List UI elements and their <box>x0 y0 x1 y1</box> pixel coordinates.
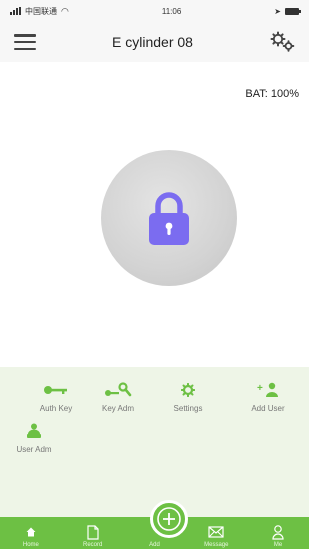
page-title: E cylinder 08 <box>112 34 193 50</box>
status-time: 11:06 <box>161 6 182 16</box>
user-admin-button[interactable]: User Adm <box>0 423 69 454</box>
menu-icon[interactable] <box>14 34 36 50</box>
tab-message[interactable]: Message <box>185 517 247 549</box>
lock-icon <box>149 192 189 245</box>
document-icon <box>87 524 99 540</box>
status-bar: 中国联通 ◠ 11:06 ➤ <box>0 0 309 22</box>
action-label: Settings <box>173 404 203 413</box>
svg-text:+: + <box>257 383 263 394</box>
add-user-button[interactable]: + Add User <box>233 382 303 413</box>
plus-circle-icon <box>157 507 181 531</box>
action-label: Add User <box>251 404 285 413</box>
actions-panel: Auth Key Key Adm Settings + Add User Use… <box>0 367 309 517</box>
tab-record[interactable]: Record <box>62 517 124 549</box>
tab-label: Record <box>83 542 103 548</box>
key-icon <box>43 382 69 398</box>
add-button[interactable] <box>150 500 188 538</box>
gear-settings-icon[interactable] <box>269 31 295 53</box>
action-label: User Adm <box>16 445 52 454</box>
tab-label: Me <box>273 542 283 548</box>
unlock-button[interactable] <box>101 150 237 286</box>
auth-key-button[interactable]: Auth Key <box>21 382 91 413</box>
status-right: ➤ <box>274 6 301 16</box>
gear-icon <box>181 382 195 398</box>
tab-label: Home <box>22 542 39 548</box>
wifi-icon: ◠ <box>61 5 69 16</box>
envelope-icon <box>208 524 224 540</box>
tab-label: Add <box>149 542 160 548</box>
settings-button[interactable]: Settings <box>153 382 223 413</box>
key-admin-icon <box>104 382 132 398</box>
carrier-label: 中国联通 <box>25 6 57 16</box>
nav-bar: E cylinder 08 <box>0 22 309 62</box>
location-icon: ➤ <box>274 6 281 16</box>
add-user-icon: + <box>257 382 279 398</box>
action-label: Auth Key <box>39 404 73 413</box>
users-icon <box>24 423 44 439</box>
action-label: Key Adm <box>101 404 134 413</box>
status-left: 中国联通 ◠ <box>10 6 69 17</box>
home-icon <box>26 524 36 540</box>
tab-home[interactable]: Home <box>0 517 62 549</box>
battery-status: BAT: 100% <box>245 88 299 100</box>
key-admin-button[interactable]: Key Adm <box>83 382 153 413</box>
person-icon <box>272 524 284 540</box>
signal-icon <box>10 7 21 15</box>
tab-label: Message <box>204 542 229 548</box>
battery-icon <box>285 7 301 15</box>
tab-me[interactable]: Me <box>247 517 309 549</box>
